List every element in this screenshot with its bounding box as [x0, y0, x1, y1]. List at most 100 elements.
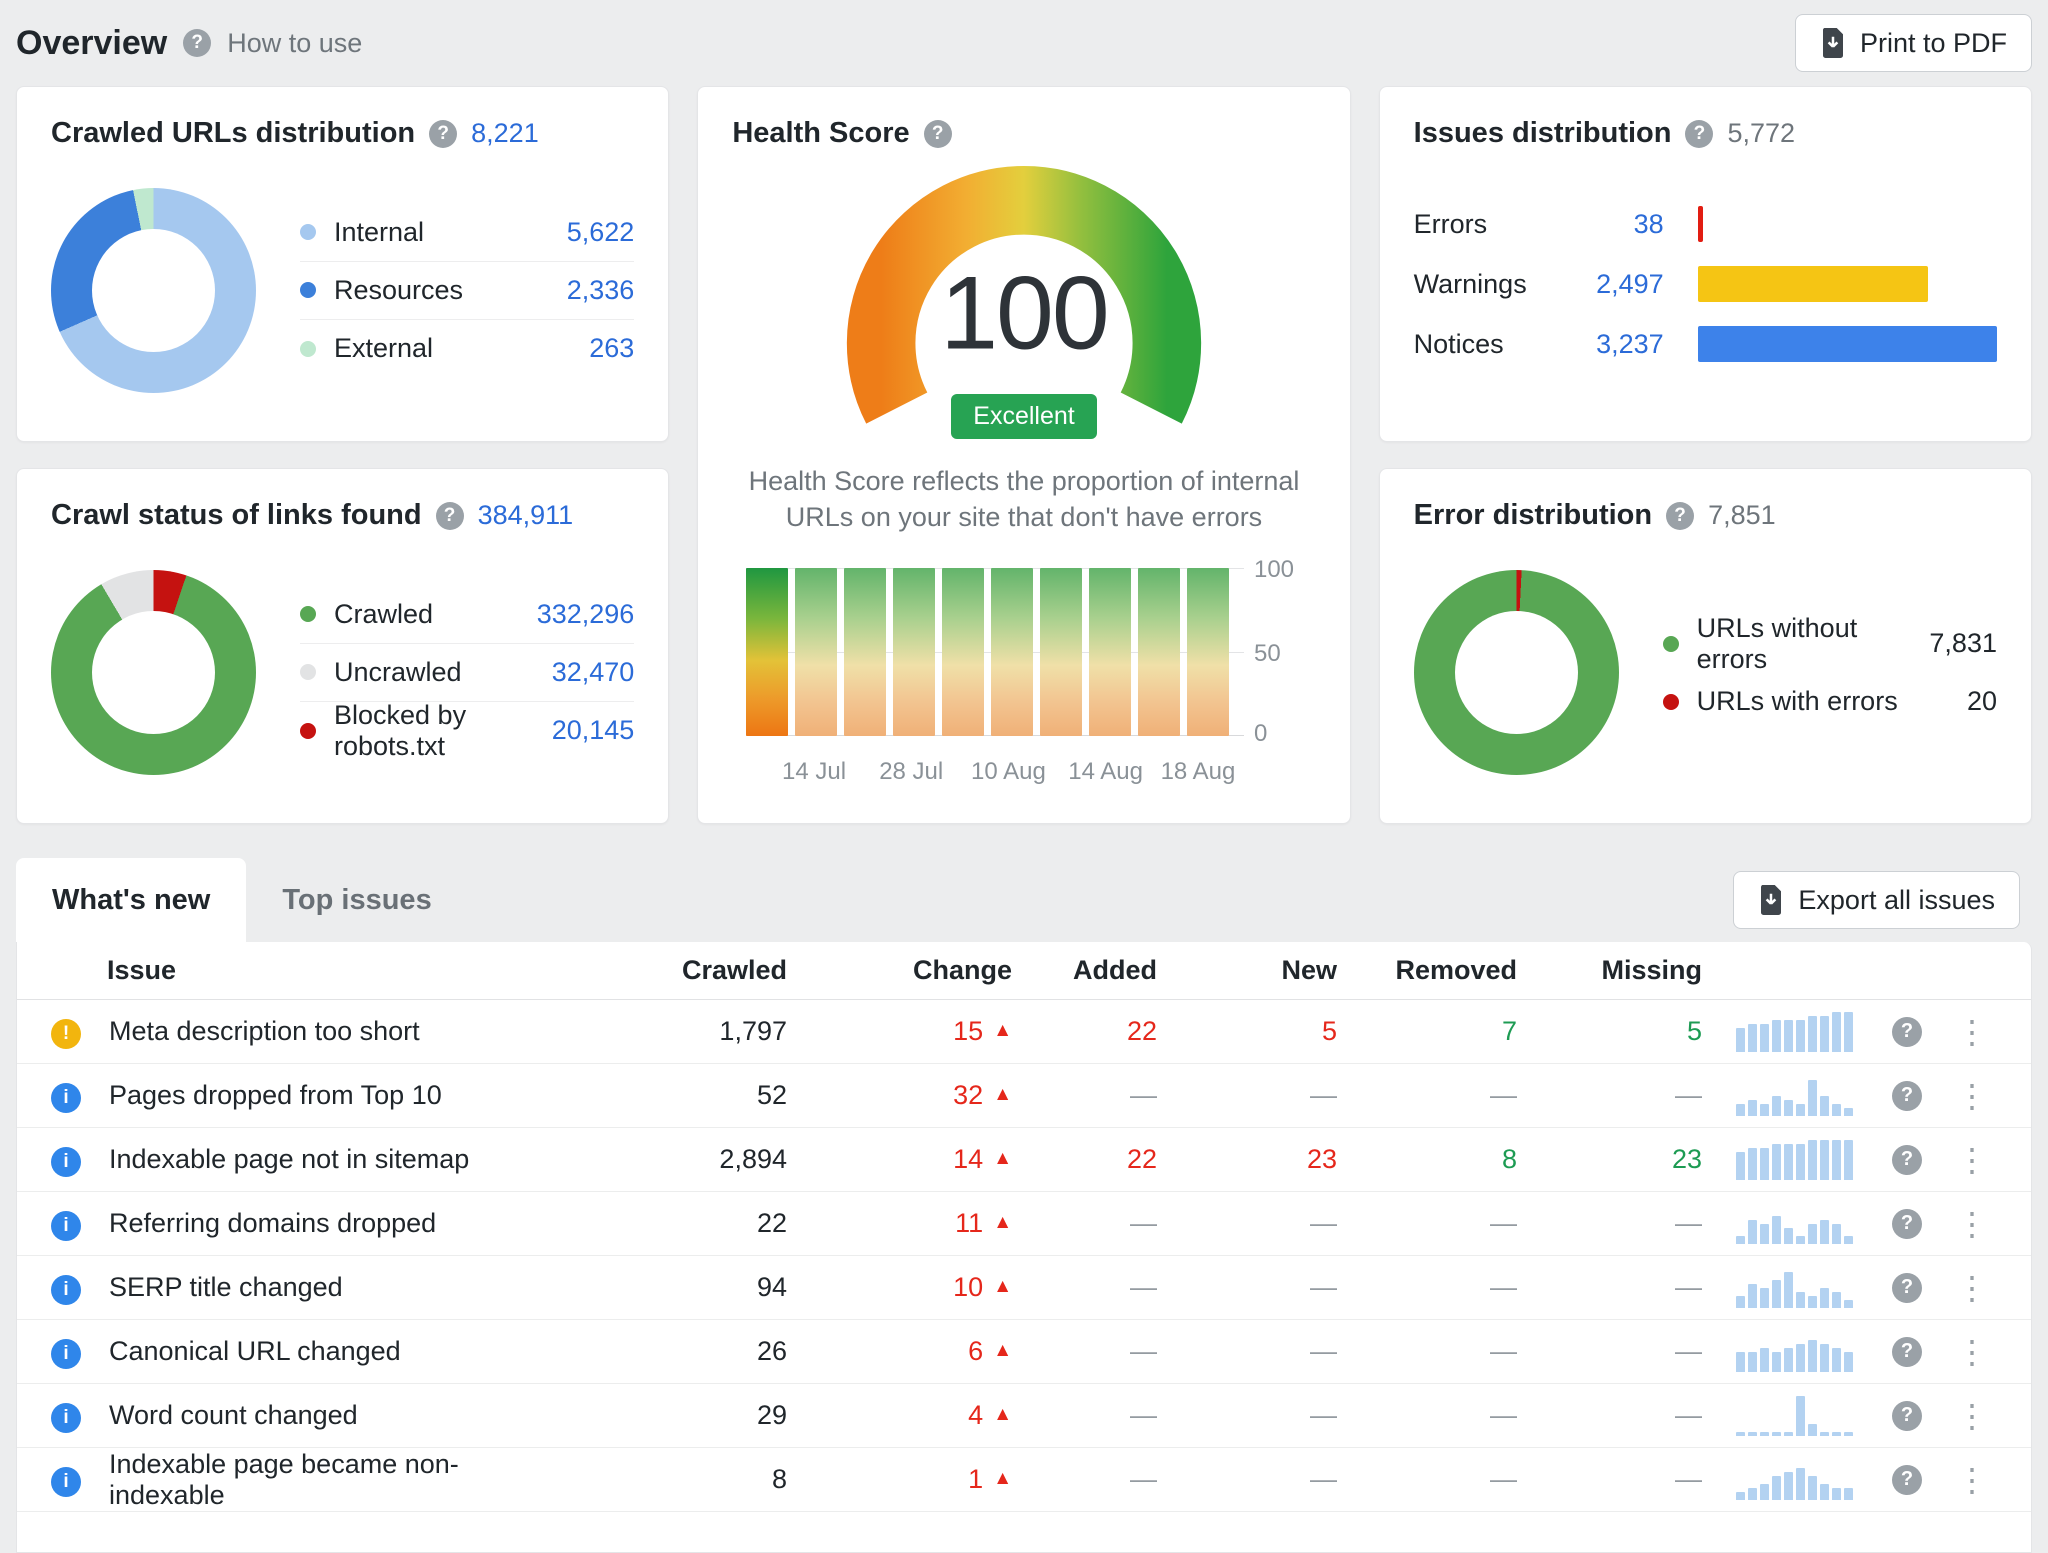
- history-bar[interactable]: [991, 568, 1033, 736]
- help-icon[interactable]: ?: [1892, 1017, 1922, 1047]
- issue-row[interactable]: iSERP title changed9410▲————?⋮: [17, 1256, 2031, 1320]
- legend-dot: [300, 282, 316, 298]
- crawled-urls-donut-chart[interactable]: [51, 188, 256, 393]
- help-icon[interactable]: ?: [436, 502, 464, 530]
- legend-value[interactable]: 20: [1967, 686, 1997, 717]
- kebab-menu[interactable]: ⋮: [1947, 1333, 1997, 1371]
- history-bar[interactable]: [1040, 568, 1082, 736]
- help-icon[interactable]: ?: [429, 120, 457, 148]
- crawl-status-donut-chart[interactable]: [51, 570, 256, 775]
- change-value[interactable]: 32▲: [787, 1080, 1012, 1111]
- issue-row[interactable]: !Meta description too short1,79715▲22575…: [17, 1000, 2031, 1064]
- help-icon[interactable]: ?: [1892, 1401, 1922, 1431]
- info-icon: i: [51, 1467, 81, 1497]
- crawled-count[interactable]: 94: [562, 1272, 787, 1303]
- change-value[interactable]: 11▲: [787, 1208, 1012, 1239]
- tab-top-issues[interactable]: Top issues: [246, 858, 467, 942]
- change-value[interactable]: 6▲: [787, 1336, 1012, 1367]
- legend-value[interactable]: 2,336: [567, 275, 635, 306]
- kebab-menu[interactable]: ⋮: [1947, 1461, 1997, 1499]
- issue-name[interactable]: Canonical URL changed: [107, 1336, 562, 1367]
- crawled-count[interactable]: 8: [562, 1464, 787, 1495]
- kebab-menu[interactable]: ⋮: [1947, 1077, 1997, 1115]
- issue-name[interactable]: Indexable page became non-indexable: [107, 1449, 562, 1511]
- missing-count[interactable]: 23: [1517, 1144, 1702, 1175]
- issue-name[interactable]: Meta description too short: [107, 1016, 562, 1047]
- issue-bar[interactable]: [1698, 206, 1703, 242]
- kebab-menu[interactable]: ⋮: [1947, 1269, 1997, 1307]
- removed-count[interactable]: 8: [1337, 1144, 1517, 1175]
- crawled-count[interactable]: 52: [562, 1080, 787, 1111]
- issue-row[interactable]: iWord count changed294▲————?⋮: [17, 1384, 2031, 1448]
- issue-name[interactable]: Referring domains dropped: [107, 1208, 562, 1239]
- error-distribution-donut-chart[interactable]: [1414, 570, 1619, 775]
- crawled-urls-total-link[interactable]: 8,221: [471, 118, 539, 149]
- new-count[interactable]: 5: [1157, 1016, 1337, 1047]
- change-value[interactable]: 4▲: [787, 1400, 1012, 1431]
- legend-label: Uncrawled: [334, 657, 552, 688]
- removed-count[interactable]: 7: [1337, 1016, 1517, 1047]
- print-to-pdf-button[interactable]: Print to PDF: [1795, 14, 2032, 72]
- issue-name[interactable]: Pages dropped from Top 10: [107, 1080, 562, 1111]
- issue-name[interactable]: Indexable page not in sitemap: [107, 1144, 562, 1175]
- help-icon[interactable]: ?: [1666, 502, 1694, 530]
- crawl-status-total-link[interactable]: 384,911: [478, 500, 574, 531]
- change-value[interactable]: 10▲: [787, 1272, 1012, 1303]
- issue-bar[interactable]: [1698, 326, 1997, 362]
- issue-name[interactable]: Word count changed: [107, 1400, 562, 1431]
- history-bar[interactable]: [795, 568, 837, 736]
- issue-bar[interactable]: [1698, 266, 1928, 302]
- issue-row[interactable]: iPages dropped from Top 105232▲————?⋮: [17, 1064, 2031, 1128]
- change-value[interactable]: 15▲: [787, 1016, 1012, 1047]
- crawled-count[interactable]: 1,797: [562, 1016, 787, 1047]
- info-icon: i: [51, 1403, 81, 1433]
- help-icon[interactable]: ?: [1892, 1081, 1922, 1111]
- issue-row[interactable]: iIndexable page not in sitemap2,89414▲22…: [17, 1128, 2031, 1192]
- kebab-menu[interactable]: ⋮: [1947, 1013, 1997, 1051]
- new-count[interactable]: 23: [1157, 1144, 1337, 1175]
- legend-value[interactable]: 32,470: [552, 657, 635, 688]
- help-icon[interactable]: ?: [1892, 1465, 1922, 1495]
- help-icon[interactable]: ?: [1685, 120, 1713, 148]
- help-icon[interactable]: ?: [1892, 1209, 1922, 1239]
- issue-type-count[interactable]: 2,497: [1564, 269, 1664, 300]
- issue-row[interactable]: iReferring domains dropped2211▲————?⋮: [17, 1192, 2031, 1256]
- crawled-count[interactable]: 2,894: [562, 1144, 787, 1175]
- crawled-count[interactable]: 29: [562, 1400, 787, 1431]
- legend-value[interactable]: 20,145: [552, 715, 635, 746]
- kebab-menu[interactable]: ⋮: [1947, 1141, 1997, 1179]
- issue-type-count[interactable]: 3,237: [1564, 329, 1664, 360]
- change-value[interactable]: 14▲: [787, 1144, 1012, 1175]
- tab-whats-new[interactable]: What's new: [16, 858, 246, 942]
- how-to-use-link[interactable]: How to use: [227, 28, 362, 59]
- help-icon[interactable]: ?: [1892, 1273, 1922, 1303]
- added-count[interactable]: 22: [1012, 1144, 1157, 1175]
- change-value[interactable]: 1▲: [787, 1464, 1012, 1495]
- legend-value[interactable]: 7,831: [1929, 628, 1997, 659]
- history-bar[interactable]: [893, 568, 935, 736]
- history-bar[interactable]: [746, 568, 788, 736]
- history-bar[interactable]: [1187, 568, 1229, 736]
- history-bar[interactable]: [942, 568, 984, 736]
- kebab-menu[interactable]: ⋮: [1947, 1397, 1997, 1435]
- legend-value[interactable]: 5,622: [567, 217, 635, 248]
- crawled-count[interactable]: 22: [562, 1208, 787, 1239]
- history-bar[interactable]: [1089, 568, 1131, 736]
- added-count[interactable]: 22: [1012, 1016, 1157, 1047]
- export-all-issues-button[interactable]: Export all issues: [1733, 871, 2020, 929]
- crawled-count[interactable]: 26: [562, 1336, 787, 1367]
- issue-row[interactable]: iIndexable page became non-indexable81▲—…: [17, 1448, 2031, 1512]
- missing-count[interactable]: 5: [1517, 1016, 1702, 1047]
- help-icon[interactable]: ?: [924, 120, 952, 148]
- help-icon[interactable]: ?: [1892, 1337, 1922, 1367]
- history-bar[interactable]: [844, 568, 886, 736]
- issue-name[interactable]: SERP title changed: [107, 1272, 562, 1303]
- legend-value[interactable]: 332,296: [537, 599, 635, 630]
- issue-row[interactable]: iCanonical URL changed266▲————?⋮: [17, 1320, 2031, 1384]
- issue-type-count[interactable]: 38: [1564, 209, 1664, 240]
- help-icon[interactable]: ?: [183, 29, 211, 57]
- legend-value[interactable]: 263: [589, 333, 634, 364]
- help-icon[interactable]: ?: [1892, 1145, 1922, 1175]
- kebab-menu[interactable]: ⋮: [1947, 1205, 1997, 1243]
- history-bar[interactable]: [1138, 568, 1180, 736]
